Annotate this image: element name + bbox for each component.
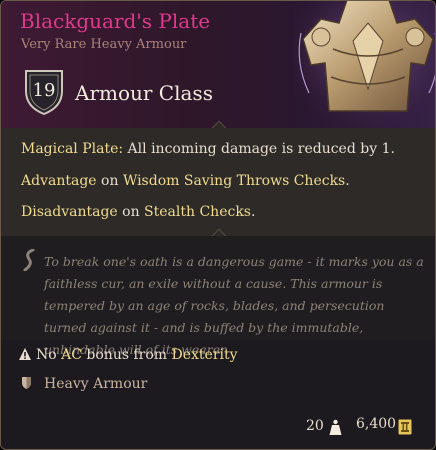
keyword-ac: AC	[61, 347, 82, 363]
text: on	[117, 204, 145, 220]
keyword-checks: Checks	[293, 173, 346, 189]
item-weight: 20	[306, 418, 324, 434]
armour-art-icon	[293, 1, 435, 125]
dexterity-restriction: No AC bonus from Dexterity	[18, 347, 238, 363]
text: bonus from	[81, 347, 172, 363]
keyword-checks: Checks	[199, 204, 251, 220]
armour-class-label: Armour Class	[75, 81, 213, 105]
passive-name: Magical Plate:	[21, 141, 124, 157]
keyword-stealth: Stealth	[144, 204, 196, 220]
weight-icon	[329, 419, 342, 435]
quote-icon	[23, 249, 35, 271]
warning-icon	[19, 348, 31, 360]
item-gold-value: 6,400	[356, 416, 397, 432]
lore-text: To break one's oath is a dangerous game …	[44, 254, 424, 357]
text: .	[251, 204, 256, 220]
proficiency-label: Heavy Armour	[44, 376, 148, 392]
tooltip-header: Blackguard's Plate Very Rare Heavy Armou…	[1, 1, 435, 128]
passive-text: All incoming damage is reduced by 1.	[123, 141, 395, 157]
passive-disadvantage[interactable]: Disadvantage on Stealth Checks.	[21, 204, 255, 220]
lore-section: To break one's oath is a dangerous game …	[1, 236, 435, 357]
text: on	[96, 173, 123, 189]
gold-coin-icon	[398, 419, 412, 435]
item-name: Blackguard's Plate	[20, 9, 211, 33]
passive-section: Magical Plate: All incoming damage is re…	[1, 128, 435, 236]
passive-magical-plate[interactable]: Magical Plate: All incoming damage is re…	[21, 141, 395, 157]
text: No	[36, 347, 62, 363]
armour-class-value: 19	[32, 80, 56, 101]
keyword-dexterity: Dexterity	[171, 347, 238, 363]
keyword-disadvantage: Disadvantage	[21, 204, 118, 220]
keyword-wisdom-saving-throws: Wisdom Saving Throws	[122, 173, 290, 189]
item-rarity-type: Very Rare Heavy Armour	[21, 37, 187, 52]
text: .	[345, 173, 350, 189]
item-tooltip: Blackguard's Plate Very Rare Heavy Armou…	[0, 0, 436, 450]
keyword-advantage: Advantage	[21, 173, 97, 189]
passive-advantage[interactable]: Advantage on Wisdom Saving Throws Checks…	[21, 173, 350, 189]
heavy-armour-icon	[22, 377, 31, 389]
armour-proficiency: Heavy Armour	[21, 376, 147, 392]
